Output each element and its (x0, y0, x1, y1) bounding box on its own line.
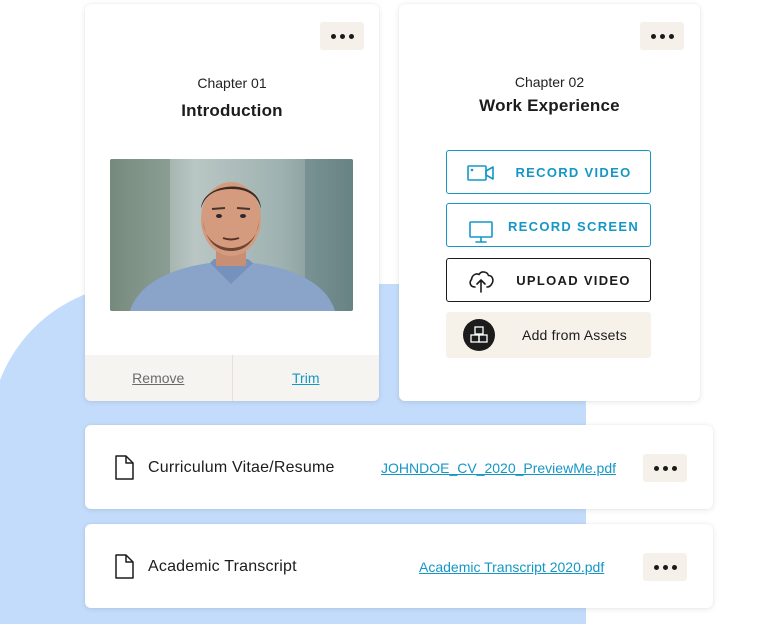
add-from-assets-button[interactable]: Add from Assets (446, 312, 651, 358)
record-screen-button[interactable]: RECORD SCREEN (446, 203, 651, 247)
more-icon (330, 33, 354, 39)
chapter-title: Work Experience (479, 96, 620, 115)
document-row: Curriculum Vitae/Resume JOHNDOE_CV_2020_… (85, 425, 713, 509)
chapter-title: Introduction (181, 101, 283, 120)
person-portrait-image (110, 159, 353, 311)
record-screen-label: RECORD SCREEN (507, 219, 640, 234)
document-title: Curriculum Vitae/Resume (148, 459, 335, 476)
cloud-upload-icon (467, 267, 495, 295)
chapter-label: Chapter 02 (514, 74, 585, 90)
chapter-menu-button[interactable] (640, 22, 684, 50)
video-camera-icon (467, 159, 495, 187)
document-menu-button[interactable] (643, 553, 687, 581)
document-icon (113, 455, 135, 481)
chapter-card-work-experience: Chapter 02 Work Experience RECORD VIDEO … (399, 4, 700, 401)
record-video-button[interactable]: RECORD VIDEO (446, 150, 651, 194)
more-icon (653, 564, 677, 570)
chapter-card-introduction: Chapter 01 Introduction Remove Trim (85, 4, 379, 401)
more-icon (650, 33, 674, 39)
remove-link[interactable]: Remove (85, 355, 232, 401)
document-file-link[interactable]: Academic Transcript 2020.pdf (419, 559, 604, 575)
more-icon (653, 465, 677, 471)
document-row: Academic Transcript Academic Transcript … (85, 524, 713, 608)
trim-link[interactable]: Trim (233, 355, 380, 401)
document-menu-button[interactable] (643, 454, 687, 482)
chapter-card-footer: Remove Trim (85, 355, 379, 401)
document-title: Academic Transcript (148, 558, 297, 575)
record-video-label: RECORD VIDEO (515, 164, 632, 180)
upload-video-label: UPLOAD VIDEO (516, 272, 631, 288)
document-file-link[interactable]: JOHNDOE_CV_2020_PreviewMe.pdf (381, 460, 616, 476)
upload-video-button[interactable]: UPLOAD VIDEO (446, 258, 651, 302)
chapter-label: Chapter 01 (197, 75, 267, 91)
add-from-assets-label: Add from Assets (522, 327, 627, 343)
document-icon (113, 554, 135, 580)
video-thumbnail[interactable] (110, 159, 353, 311)
assets-icon (463, 319, 495, 351)
monitor-icon (467, 218, 495, 246)
chapter-menu-button[interactable] (320, 22, 364, 50)
